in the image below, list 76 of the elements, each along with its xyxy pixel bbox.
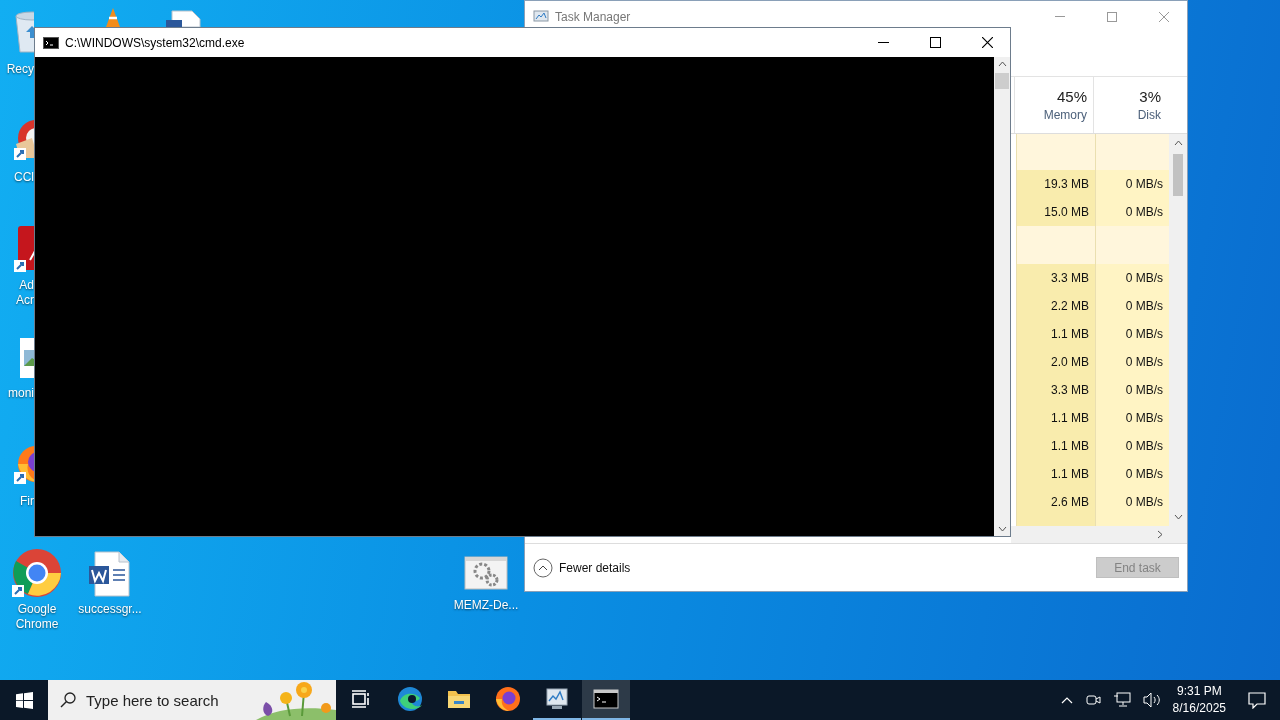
firefox-icon <box>495 686 521 712</box>
desktop-icon-label[interactable]: MEMZ-De... <box>449 598 523 613</box>
scroll-down-icon <box>997 526 1007 532</box>
table-cell: 0 MB/s <box>1095 432 1169 460</box>
search-icon <box>60 692 76 708</box>
scroll-right-icon <box>1157 530 1163 539</box>
search-field[interactable]: Type here to search <box>84 690 248 710</box>
volume-icon <box>1142 692 1161 708</box>
table-cell: 0 MB/s <box>1095 460 1169 488</box>
table-cell: 0 MB/s <box>1095 376 1169 404</box>
clock-time: 9:31 PM <box>1176 683 1222 700</box>
table-cell: 0 MB/s <box>1095 264 1169 292</box>
camera-icon <box>1084 693 1101 707</box>
desktop-icon-label[interactable]: moni <box>8 386 34 401</box>
table-cell: 1.1 MB <box>1016 320 1095 348</box>
search-bar[interactable]: Type here to search <box>48 680 336 720</box>
scrollbar[interactable] <box>1169 134 1187 526</box>
desktop-icon-label[interactable]: Ad Acr <box>0 278 34 308</box>
table-cell: 2.6 MB <box>1016 488 1095 516</box>
scrollbar[interactable] <box>994 57 1010 536</box>
scroll-down-icon <box>1173 514 1183 520</box>
table-cell: 0 MB/s <box>1095 170 1169 198</box>
chevron-up-icon <box>1060 696 1073 704</box>
gears-icon <box>464 556 508 590</box>
task-view-icon <box>351 690 371 708</box>
edge-icon <box>397 686 423 712</box>
chrome-icon <box>12 548 62 598</box>
message-icon <box>1248 691 1266 709</box>
table-cell: 0 MB/s <box>1095 348 1169 376</box>
desktop-icon-label[interactable]: CCl <box>14 170 34 185</box>
table-cell: 2.0 MB <box>1016 348 1095 376</box>
column-header[interactable]: 3% Disk <box>1093 77 1167 133</box>
table-cell: 0 MB/s <box>1095 488 1169 516</box>
word-document-icon <box>89 550 131 598</box>
folder-icon <box>447 689 471 709</box>
chevron-up-icon <box>533 557 553 578</box>
window-title: Task Manager <box>555 9 631 24</box>
monitor-chart-icon <box>533 9 549 24</box>
table-cell: 1.1 MB <box>1016 404 1095 432</box>
column-header[interactable]: 45% Memory <box>1014 77 1093 133</box>
scrollbar[interactable] <box>1011 526 1187 543</box>
scroll-up-icon <box>1173 140 1183 146</box>
terminal-icon <box>593 689 619 709</box>
table-cell: 2.2 MB <box>1016 292 1095 320</box>
table-cell: 15.0 MB <box>1016 198 1095 226</box>
clock[interactable]: 9:31 PM 8/16/2025 <box>1172 683 1226 717</box>
scrollbar-thumb[interactable] <box>1173 154 1183 196</box>
scroll-up-icon <box>997 61 1007 67</box>
table-cell: 1.1 MB <box>1016 460 1095 488</box>
table-cell: 3.3 MB <box>1016 264 1095 292</box>
network-icon <box>1112 692 1131 708</box>
minimize-icon <box>877 42 889 43</box>
clock-date: 8/16/2025 <box>1172 700 1226 717</box>
table-cell: 0 MB/s <box>1095 320 1169 348</box>
table-cell: 1.1 MB <box>1016 432 1095 460</box>
minimize-icon <box>1055 16 1065 17</box>
table-cell: 0 MB/s <box>1095 198 1169 226</box>
table-cell: 19.3 MB <box>1016 170 1095 198</box>
desktop-icon-label[interactable]: Recy <box>6 62 34 77</box>
maximize-icon <box>1107 11 1117 22</box>
desktop-icon-label[interactable]: Fir <box>20 494 34 509</box>
scrollbar-thumb[interactable] <box>995 73 1009 89</box>
windows-logo-icon <box>15 691 33 709</box>
terminal-icon <box>43 36 59 49</box>
table-cell: 3.3 MB <box>1016 376 1095 404</box>
table-cell: 0 MB/s <box>1095 404 1169 432</box>
desktop-icon-label[interactable]: successgr... <box>73 602 147 617</box>
window-title: C:\WINDOWS\system32\cmd.exe <box>65 35 245 50</box>
close-icon <box>981 37 993 48</box>
table-cell: 0 MB/s <box>1095 292 1169 320</box>
taskbar-app-button[interactable] <box>582 680 630 720</box>
desktop-icon-label[interactable]: Google Chrome <box>0 602 74 632</box>
close-icon <box>1159 11 1169 22</box>
monitor-chart-icon <box>544 687 570 711</box>
fewer-details-button[interactable]: Fewer details <box>533 557 631 578</box>
maximize-icon <box>929 37 941 48</box>
